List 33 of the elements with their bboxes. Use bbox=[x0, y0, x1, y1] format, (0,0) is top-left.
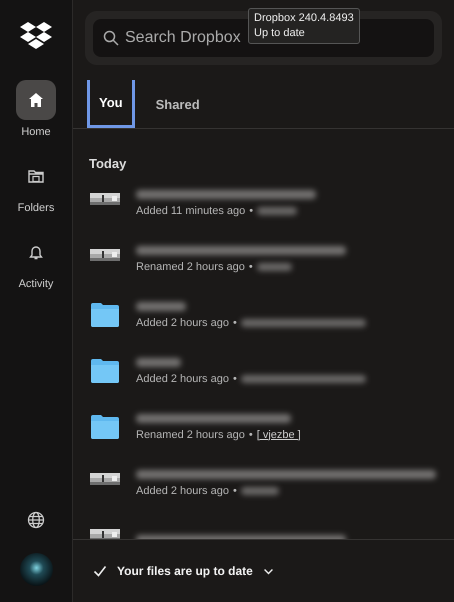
search-icon bbox=[103, 30, 119, 46]
blurred-name bbox=[136, 302, 186, 310]
folder-icon bbox=[90, 414, 120, 440]
sync-status-button[interactable]: Your files are up to date bbox=[93, 564, 274, 578]
sidebar-item[interactable]: Activity bbox=[16, 232, 56, 290]
logo-icon[interactable] bbox=[20, 22, 52, 50]
activity-text: Added 2 hours ago bbox=[136, 484, 229, 496]
separator-dot: • bbox=[232, 372, 237, 384]
tooltip: Dropbox 240.4.8493 Up to date bbox=[248, 8, 360, 44]
blurred-location bbox=[256, 262, 292, 270]
blurred-location bbox=[257, 206, 298, 214]
folder-icon bbox=[90, 302, 120, 328]
globe-icon[interactable] bbox=[27, 511, 45, 529]
activity-text: Added 11 minutes ago bbox=[136, 204, 246, 216]
section-heading: Today bbox=[89, 156, 128, 171]
blurred-name bbox=[136, 358, 181, 366]
folder-icon bbox=[90, 358, 120, 384]
separator-dot: • bbox=[248, 428, 253, 440]
separator-dot: • bbox=[232, 316, 237, 328]
tab[interactable]: Shared bbox=[146, 80, 209, 128]
folder-link[interactable]: [ vjezbe ] bbox=[256, 428, 301, 440]
activity-text: Renamed 2 hours ago bbox=[136, 260, 245, 272]
activity-text: Added 2 hours ago bbox=[136, 372, 229, 384]
blurred-location bbox=[240, 486, 279, 494]
check-icon bbox=[93, 564, 107, 578]
activity-text: Renamed 2 hours ago bbox=[136, 428, 245, 440]
activity-text: Added 2 hours ago bbox=[136, 316, 229, 328]
tab[interactable]: You bbox=[87, 80, 135, 128]
sidebar-item[interactable]: Folders bbox=[16, 156, 56, 214]
avatar[interactable] bbox=[20, 553, 52, 586]
separator-dot: • bbox=[248, 260, 253, 272]
separator-dot: • bbox=[249, 204, 254, 216]
separator-dot: • bbox=[232, 484, 237, 496]
